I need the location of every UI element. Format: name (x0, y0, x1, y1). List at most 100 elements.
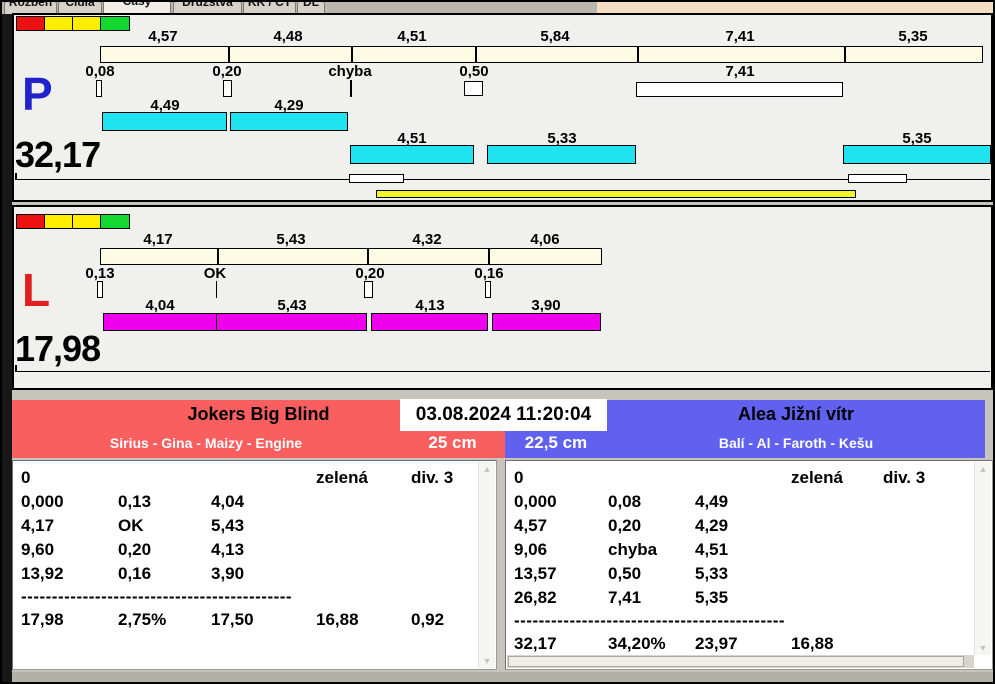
run-bar (487, 145, 636, 164)
split-time-label: 5,84 (540, 28, 570, 45)
window-bottom-strip (12, 672, 993, 682)
split-time-label: 4,06 (530, 231, 560, 248)
table-row: 13,57 0,50 5,33 (514, 564, 729, 583)
run-bar (843, 145, 991, 164)
vertical-scrollbar[interactable]: ▲ ▼ (478, 462, 495, 668)
marker-rect (848, 174, 907, 183)
split-bar (100, 46, 983, 63)
cross-time-label: 0,50 (459, 63, 489, 80)
horizontal-scroll-thumb[interactable] (508, 656, 964, 667)
table-row: 0,000 0,08 4,49 (514, 492, 729, 511)
app-window: Rozběh Čidla Časy Družstva KK / ČT DL 4,… (0, 0, 995, 684)
scroll-up-icon[interactable]: ▲ (975, 464, 991, 474)
team-dogs-right: Balí - Al - Faroth - Kešu (718, 435, 874, 451)
run-bar (350, 145, 474, 164)
run-bar (103, 313, 217, 331)
table-row: 26,82 7,41 5,35 (514, 588, 729, 607)
team-dogs-left: Sirius - Gina - Maizy - Engine (109, 435, 303, 451)
cross-time-label: 0,16 (474, 265, 504, 282)
table-row: 4,17 OK 5,43 (21, 516, 245, 535)
lane-letter-p: P (22, 68, 53, 120)
yellow-span-bar (376, 190, 856, 198)
traffic-yellow-cell (45, 17, 73, 30)
split-bar (100, 248, 602, 265)
background-window-strip (2, 14, 12, 682)
vertical-scrollbar[interactable]: ▲ ▼ (974, 462, 991, 655)
separator-row: ----------------------------------------… (21, 587, 293, 606)
fault-tick (350, 80, 352, 97)
run-time-label: 3,90 (531, 297, 561, 314)
lane-total-p: 32,17 (15, 134, 101, 175)
datetime-display: 03.08.2024 11:20:04 (400, 399, 607, 431)
horizontal-scrollbar[interactable] (507, 655, 974, 668)
results-list-right[interactable]: 0 zelená div. 3 0,000 0,08 4,49 4,57 0,20 4,… (505, 460, 993, 670)
table-row: 9,06 chyba 4,51 (514, 540, 729, 559)
marker-rect (349, 174, 404, 183)
cross-time-label: 0,20 (212, 63, 242, 80)
jump-height-left: 25 cm (428, 433, 477, 452)
cross-time-label: 0,20 (355, 265, 385, 282)
run-bar (371, 313, 488, 331)
traffic-green-cell (101, 17, 129, 30)
split-time-label: 4,57 (148, 28, 178, 45)
table-row: 9,60 0,20 4,13 (21, 540, 245, 559)
scroll-down-icon[interactable]: ▼ (479, 656, 495, 666)
jump-height-right: 22,5 cm (524, 433, 588, 452)
lane-letter-l: L (22, 264, 51, 316)
tabbar-right-fill (597, 0, 995, 14)
cross-tick (97, 281, 103, 298)
status-green-label: zelená (316, 468, 368, 487)
traffic-yellow-cell-2 (73, 17, 101, 30)
split-time-label: 5,35 (898, 28, 928, 45)
run-time-label: 4,13 (415, 297, 445, 314)
fault-label: chyba (328, 63, 372, 80)
traffic-light (16, 214, 130, 229)
tab-bar: Rozběh Čidla Časy Družstva KK / ČT DL (2, 0, 995, 14)
traffic-light (16, 16, 130, 31)
separator-row: ----------------------------------------… (514, 611, 786, 630)
split-time-label: 7,41 (725, 28, 755, 45)
split-time-label: 4,17 (143, 231, 173, 248)
lane-total-l: 17,98 (15, 328, 101, 369)
split-time-label: 4,48 (273, 28, 303, 45)
run-bar (492, 313, 601, 331)
scroll-down-icon[interactable]: ▼ (975, 643, 991, 653)
cross-tick (96, 80, 102, 97)
cross-tick-box (464, 81, 483, 96)
ok-tick (216, 281, 217, 298)
table-row: 0 zelená div. 3 (506, 466, 992, 490)
traffic-green-cell (101, 215, 129, 228)
totals-row: 17,98 2,75% 17,50 16,88 0,92 (21, 610, 445, 629)
run-bar (230, 112, 348, 131)
run-time-label: 4,04 (145, 297, 175, 314)
table-row: 0 zelená div. 3 (13, 466, 496, 490)
cross-tick (364, 281, 373, 298)
run-bar (216, 313, 367, 331)
traffic-red-cell (17, 215, 45, 228)
run-time-label: 5,43 (277, 297, 307, 314)
table-row: 4,57 0,20 4,29 (514, 516, 729, 535)
table-row: 0,000 0,13 4,04 (21, 492, 245, 511)
results-list-left[interactable]: 0 zelená div. 3 0,000 0,13 4,04 4,17 OK 5,43… (12, 460, 497, 670)
cross-tick (223, 80, 232, 97)
cross-time-label: 0,13 (85, 265, 115, 282)
lane-panel-p: 4,57 4,48 4,51 5,84 7,41 5,35 0,08 0,20 … (12, 13, 993, 202)
cross-time-label: 7,41 (725, 63, 755, 80)
cross-ok-label: OK (203, 265, 227, 282)
timeline-baseline (15, 179, 990, 180)
timeline-baseline (15, 371, 990, 372)
traffic-yellow-cell (45, 215, 73, 228)
totals-row: 32,17 34,20% 23,97 16,88 (514, 634, 834, 653)
status-green-label: zelená (791, 468, 843, 487)
tab-casy[interactable]: Časy (103, 0, 171, 14)
cross-time-label: 0,08 (85, 63, 115, 80)
scroll-up-icon[interactable]: ▲ (479, 464, 495, 474)
traffic-yellow-cell-2 (73, 215, 101, 228)
lane-panel-l: 4,17 5,43 4,32 4,06 0,13 OK 0,20 0,16 4,… (12, 205, 993, 390)
cross-tick (485, 281, 491, 298)
traffic-red-cell (17, 17, 45, 30)
split-time-label: 4,32 (412, 231, 442, 248)
split-time-label: 4,51 (397, 28, 427, 45)
team-name-right: Alea Jižní vítr (737, 404, 855, 424)
table-row: 13,92 0,16 3,90 (21, 564, 245, 583)
